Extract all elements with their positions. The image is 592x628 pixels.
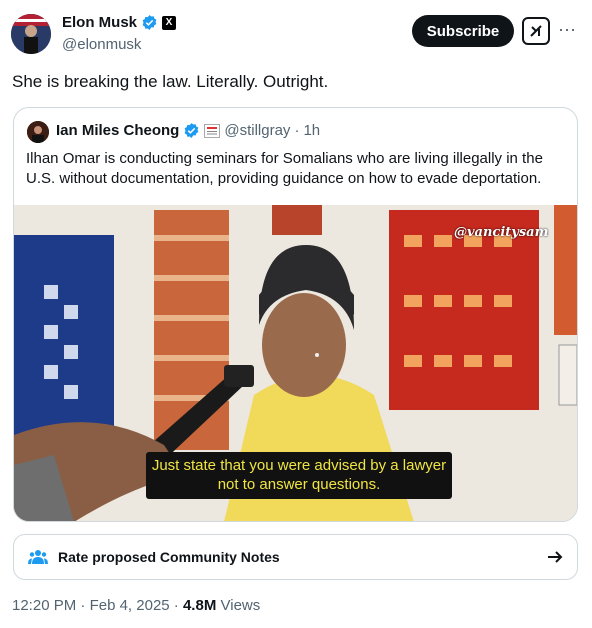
- quote-author-handle[interactable]: @stillgray: [224, 122, 290, 139]
- video-media[interactable]: @vancitysam Just state that you were adv…: [14, 205, 577, 521]
- author-handle[interactable]: @elonmusk: [62, 36, 141, 53]
- video-watermark: @vancitysam: [454, 225, 549, 240]
- quote-text: Ilhan Omar is conducting seminars for So…: [26, 150, 543, 187]
- verified-icon: [142, 15, 157, 30]
- subscribe-button[interactable]: Subscribe: [412, 15, 514, 47]
- video-caption: Just state that you were advised by a la…: [146, 452, 452, 499]
- quote-time[interactable]: 1h: [303, 122, 320, 139]
- tweet-date[interactable]: Feb 4, 2025: [90, 597, 170, 614]
- quoted-tweet[interactable]: Ian Miles Cheong @stillgray · 1h Ilhan O…: [13, 107, 578, 522]
- more-icon[interactable]: ⋯: [558, 20, 577, 41]
- newspaper-icon: [204, 123, 221, 138]
- quote-author-avatar[interactable]: [27, 121, 49, 143]
- tweet-time[interactable]: 12:20 PM: [12, 597, 76, 614]
- community-notes-label: Rate proposed Community Notes: [58, 549, 280, 565]
- rate-community-notes-button[interactable]: Rate proposed Community Notes: [13, 534, 578, 580]
- meta-sep: ·: [80, 597, 86, 614]
- x-affiliate-icon: X: [162, 15, 177, 30]
- author-name[interactable]: Elon Musk: [62, 14, 137, 31]
- verified-icon: [184, 123, 199, 138]
- meta-sep: ·: [173, 597, 179, 614]
- grok-icon[interactable]: [522, 17, 550, 45]
- tweet-meta: 12:20 PM · Feb 4, 2025 · 4.8M Views: [12, 597, 260, 614]
- quote-author-name[interactable]: Ian Miles Cheong: [56, 122, 179, 139]
- author-avatar[interactable]: [11, 14, 51, 54]
- views-count: 4.8M: [182, 597, 217, 614]
- people-icon: [28, 550, 48, 564]
- quote-author-row[interactable]: Ian Miles Cheong @stillgray · 1h: [56, 122, 320, 139]
- views-label: Views: [220, 597, 261, 614]
- arrow-right-icon: [548, 551, 563, 563]
- separator-dot: ·: [294, 122, 300, 139]
- author-name-row[interactable]: Elon Musk X: [62, 14, 177, 31]
- tweet-text: She is breaking the law. Literally. Outr…: [12, 72, 329, 91]
